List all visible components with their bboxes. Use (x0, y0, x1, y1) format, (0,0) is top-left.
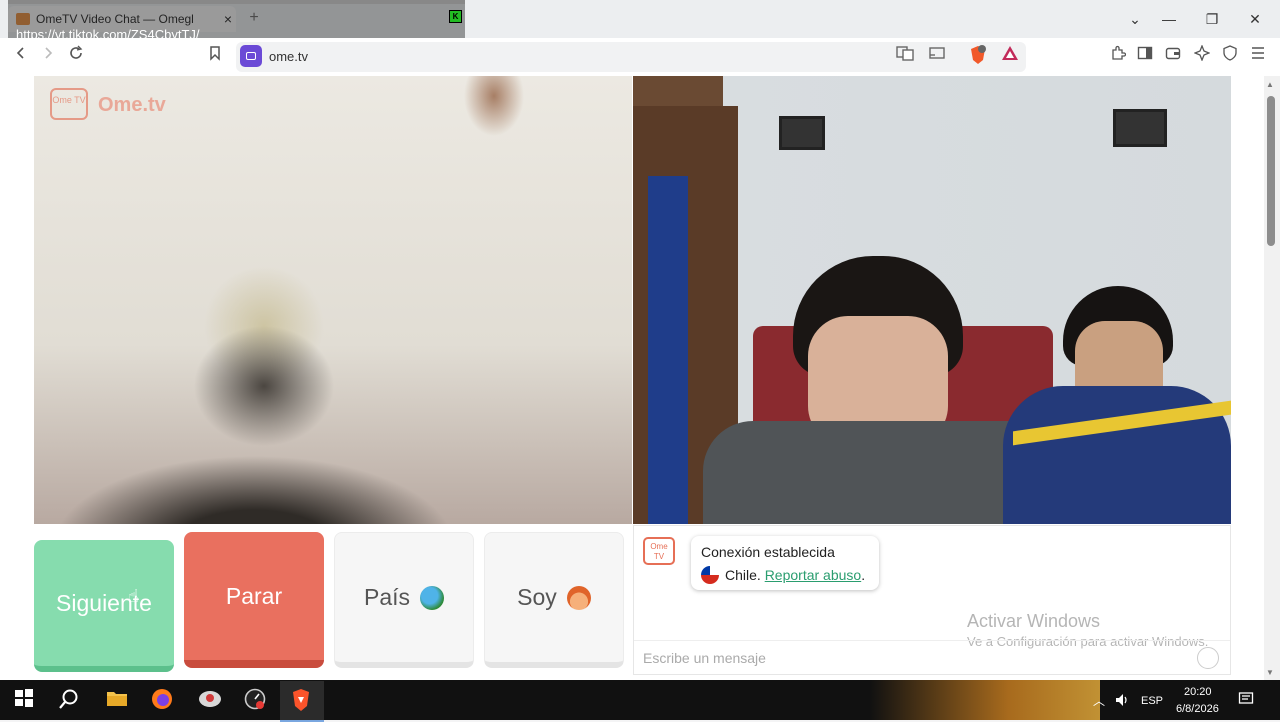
boy-emoji-icon (566, 585, 591, 610)
volume-icon[interactable] (1114, 692, 1130, 711)
back-icon[interactable] (10, 45, 32, 67)
country-button[interactable]: País (334, 532, 474, 668)
chile-flag-icon (701, 566, 719, 584)
restore-button[interactable]: ❐ (1192, 6, 1232, 32)
overlay-badge-icon: K (449, 10, 462, 23)
bookmark-icon[interactable] (204, 45, 226, 67)
forward-icon[interactable] (37, 45, 59, 67)
hand-cursor-icon: ☝ (128, 586, 139, 606)
connection-status: Conexión establecida (701, 544, 835, 560)
cast-icon[interactable] (926, 45, 948, 67)
wallet-icon[interactable] (1162, 45, 1184, 67)
site-camera-icon (240, 45, 262, 67)
ometv-logo-text: Ome.tv (98, 94, 166, 116)
firefox-icon[interactable] (151, 688, 175, 712)
minimize-button[interactable]: — (1149, 6, 1189, 32)
gender-button[interactable]: Soy (484, 532, 624, 668)
brave-shield-icon[interactable] (967, 45, 989, 67)
extensions-icon[interactable] (1107, 45, 1129, 67)
country-label: País (363, 584, 411, 610)
stop-button[interactable]: Parar (184, 532, 324, 668)
country-name: Chile. (725, 567, 761, 583)
report-abuse-link[interactable]: Reportar abuso (765, 567, 862, 583)
chat-ometv-icon: Ome TV (643, 537, 675, 565)
hanging-flag (648, 176, 688, 524)
globe-icon (420, 585, 445, 610)
app-icon[interactable] (198, 688, 222, 712)
brave-icon[interactable] (290, 688, 314, 712)
next-button[interactable]: Siguiente (34, 540, 174, 672)
overlay-progress-bar (8, 0, 465, 4)
emoji-picker-icon[interactable] (1197, 647, 1219, 669)
language-indicator[interactable]: ESP (1141, 695, 1163, 707)
taskbar-wallpaper-glow (870, 680, 1100, 720)
tray-chevron-icon[interactable]: ︿ (1093, 692, 1105, 709)
chat-divider (634, 640, 1230, 641)
file-explorer-icon[interactable] (106, 688, 130, 712)
leo-ai-icon[interactable] (1191, 44, 1213, 67)
browser-toolbar (0, 38, 1280, 77)
brave-rewards-icon[interactable] (999, 45, 1021, 67)
taskbar-date[interactable]: 6/8/2026 (1176, 703, 1219, 715)
scroll-down-icon[interactable]: ▼ (1266, 668, 1274, 677)
ometv-logo-icon: Ome TV (50, 88, 88, 120)
translate-icon[interactable] (894, 45, 916, 67)
windows-taskbar (0, 680, 1280, 720)
speedometer-icon[interactable] (244, 688, 268, 712)
activate-windows-subtitle: Ve a Configuración para activar Windows. (967, 634, 1209, 649)
scrollbar-thumb[interactable] (1267, 96, 1275, 246)
sidebar-icon[interactable] (1134, 45, 1156, 67)
gender-label: Soy (517, 584, 557, 610)
wall-picture-2 (1113, 109, 1167, 147)
notifications-icon[interactable] (1238, 691, 1254, 710)
windows-start-icon[interactable] (14, 688, 38, 712)
taskbar-time[interactable]: 20:20 (1184, 686, 1212, 698)
reload-icon[interactable] (65, 45, 87, 67)
scroll-up-icon[interactable]: ▲ (1266, 80, 1274, 89)
local-video (34, 76, 632, 524)
wall-picture-1 (779, 116, 825, 150)
stop-label: Parar (225, 582, 283, 609)
menu-icon[interactable] (1247, 45, 1269, 67)
close-window-button[interactable]: ✕ (1235, 6, 1275, 32)
remote-video (633, 76, 1231, 524)
activate-windows-title: Activar Windows (967, 611, 1101, 631)
country-line: Chile. Reportar abuso. (701, 566, 865, 584)
vpn-icon[interactable] (1219, 45, 1241, 67)
message-input[interactable]: Escribe un mensaje (643, 650, 766, 666)
address-text[interactable]: ome.tv (269, 49, 308, 64)
system-message-bubble: Conexión establecida Chile. Reportar abu… (691, 536, 879, 590)
search-icon[interactable] (58, 688, 82, 712)
report-suffix: . (861, 567, 866, 583)
